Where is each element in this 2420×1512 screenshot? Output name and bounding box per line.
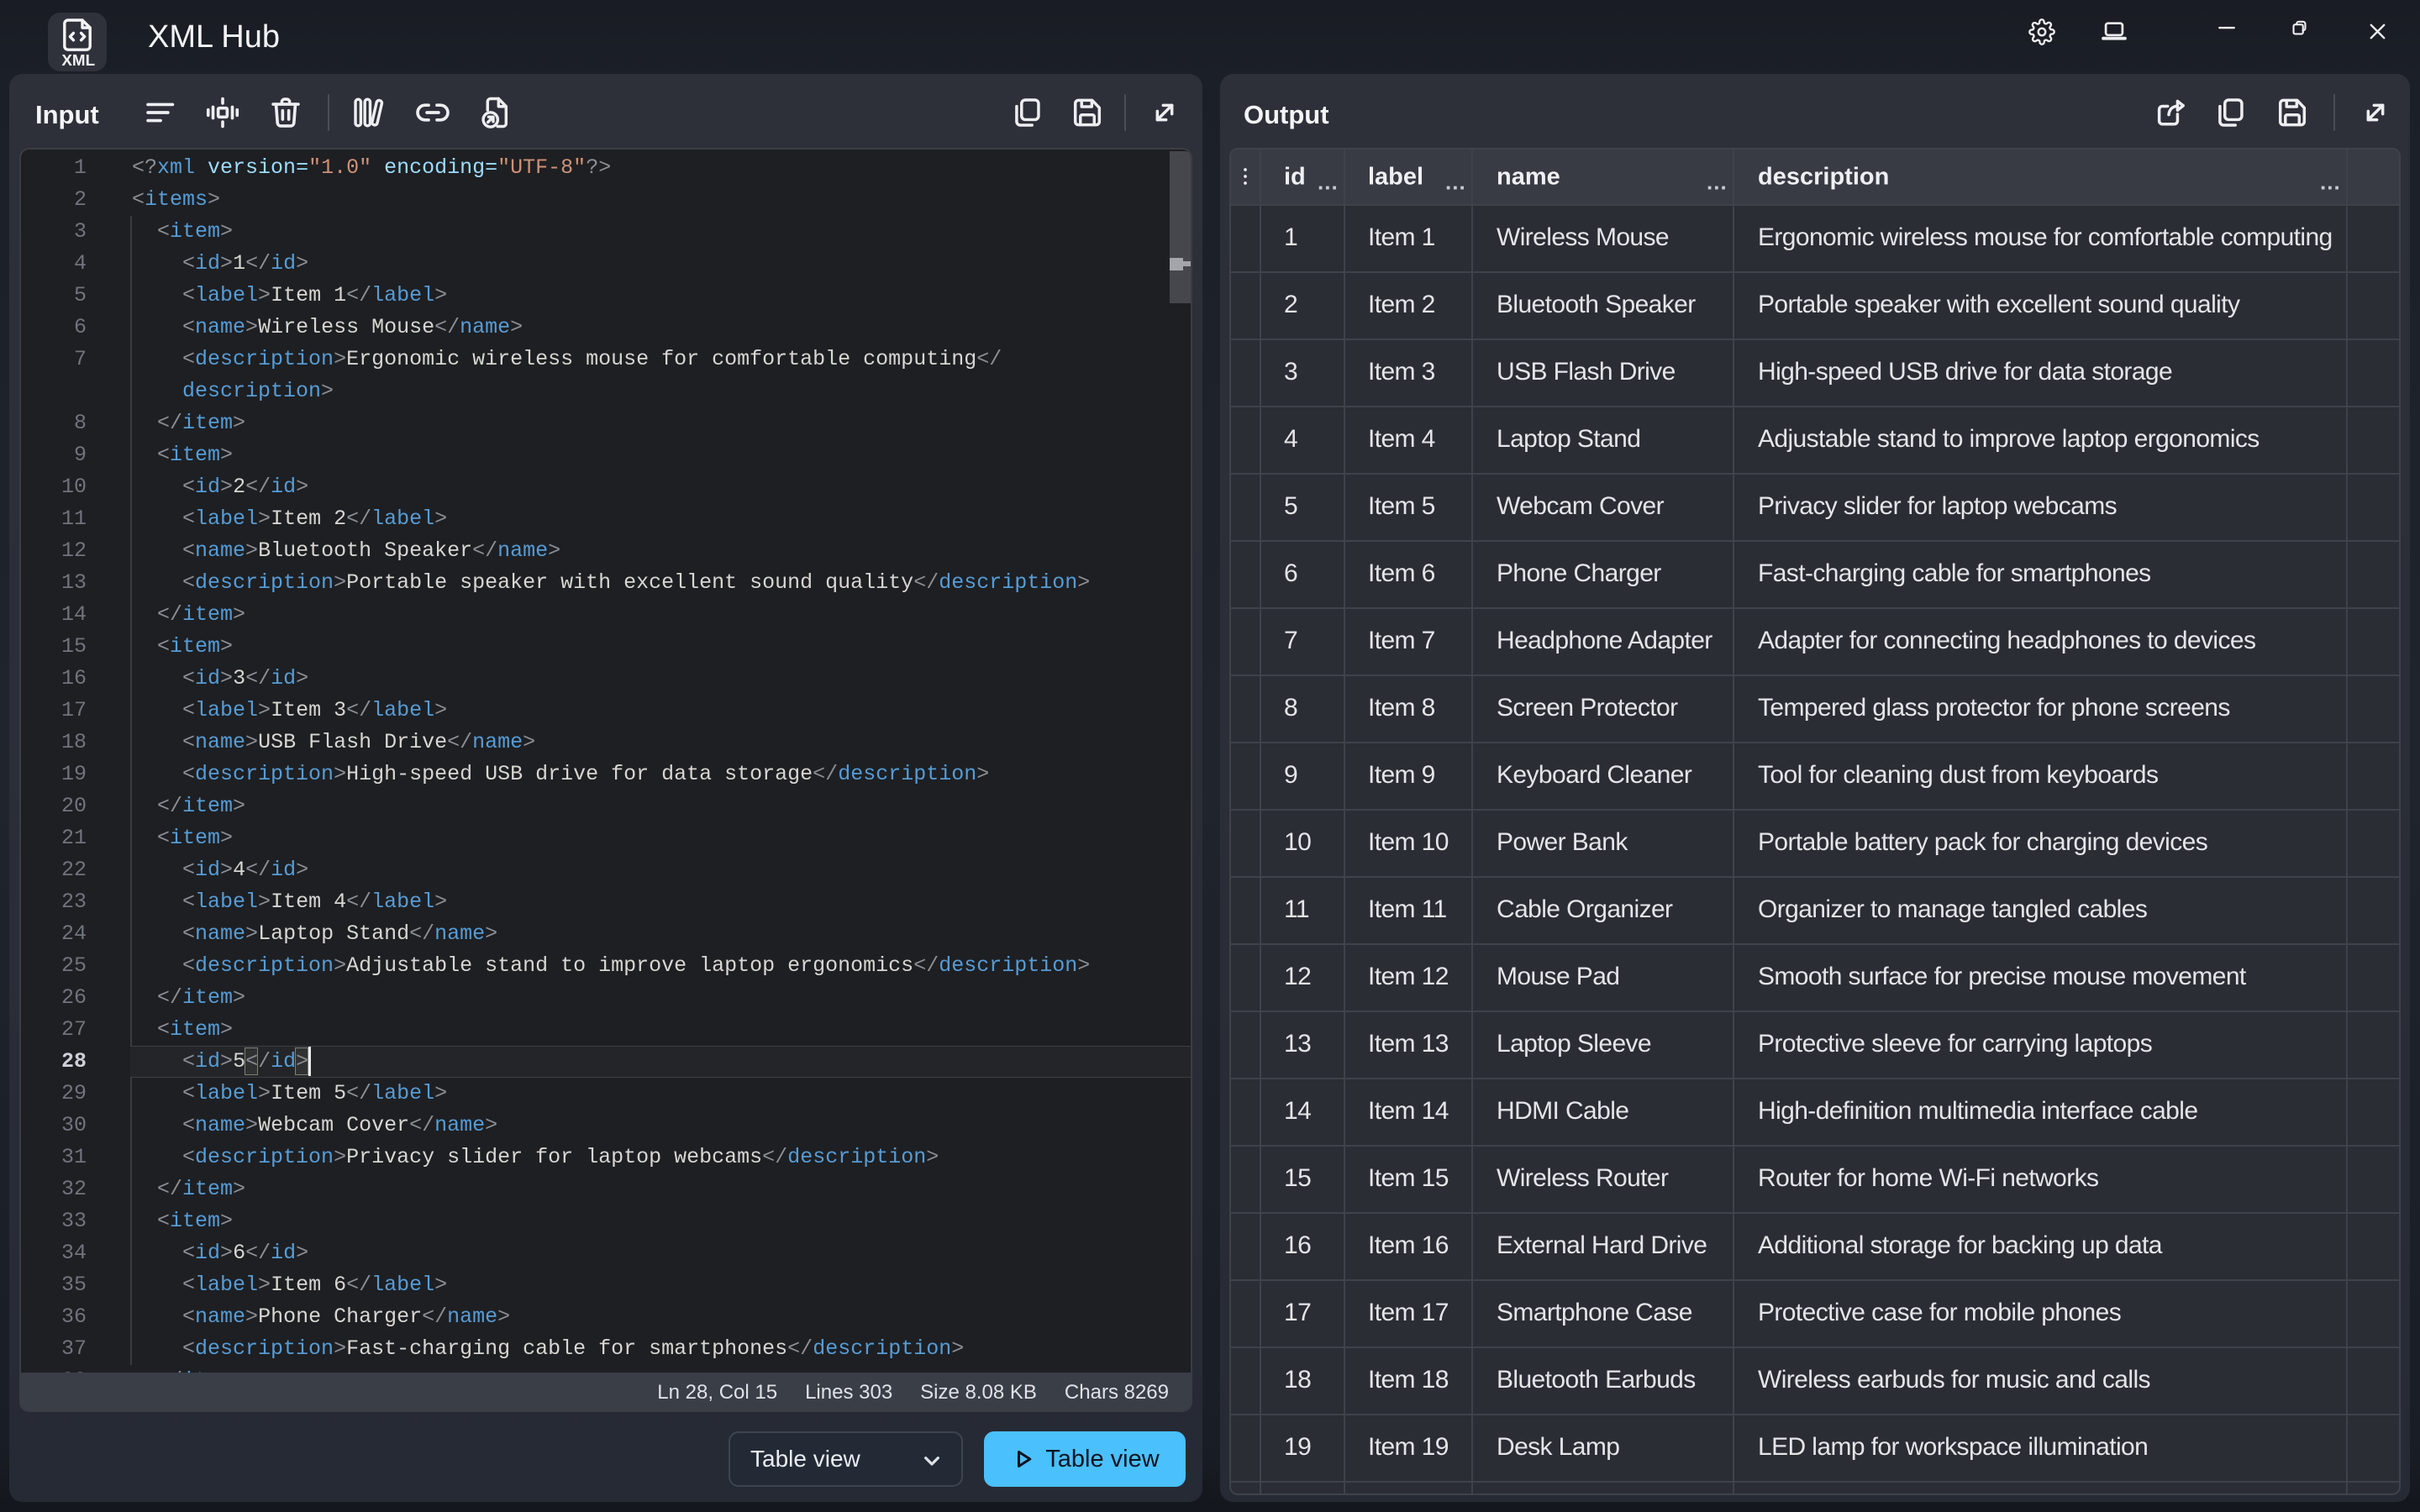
svg-text:XML: XML bbox=[61, 51, 95, 69]
